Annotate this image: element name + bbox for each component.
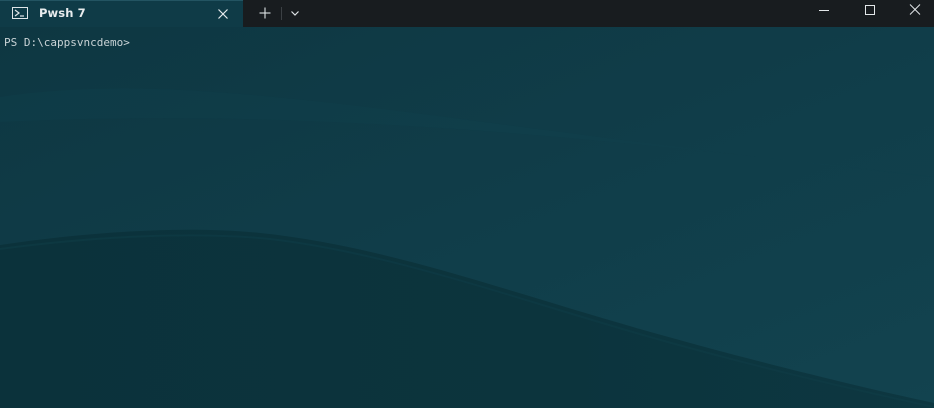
maximize-icon [865,5,875,15]
close-icon [909,4,921,15]
plus-icon [259,7,271,19]
minimize-button[interactable] [801,0,847,27]
maximize-button[interactable] [847,0,893,27]
prompt-text: PS D:\cappsvncdemo> [4,36,130,49]
tab-pwsh[interactable]: Pwsh 7 [0,0,243,27]
close-icon[interactable] [213,4,233,24]
window-close-button[interactable] [892,0,934,27]
chevron-down-icon [291,11,299,16]
new-tab-button[interactable] [255,3,275,23]
tab-title: Pwsh 7 [39,6,86,20]
background-image [0,27,934,408]
terminal-area[interactable]: PS D:\cappsvncdemo> [0,27,934,408]
title-bar[interactable]: Pwsh 7 [0,0,934,27]
minimize-icon [819,10,829,11]
powershell-icon [12,5,28,21]
tab-divider [281,7,282,20]
terminal-window: Pwsh 7 PS D:\cappsvncdemo> [0,0,934,408]
dropdown-button[interactable] [285,3,305,23]
